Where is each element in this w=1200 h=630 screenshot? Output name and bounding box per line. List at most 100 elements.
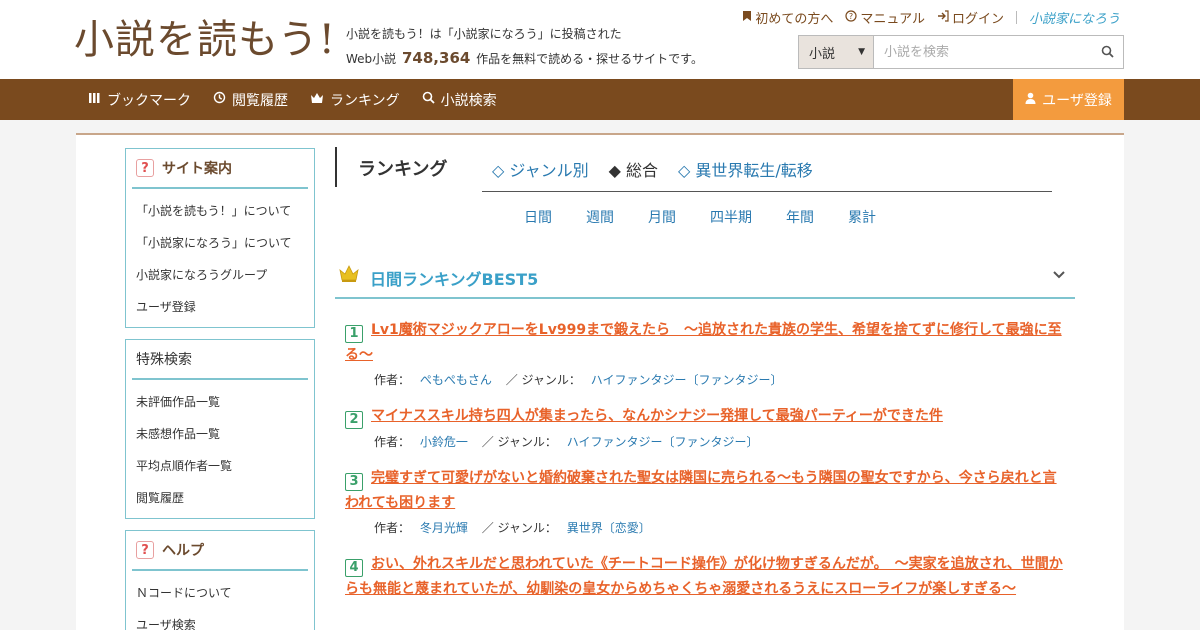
chevron-down-icon[interactable] xyxy=(1053,267,1065,283)
novel-title-link[interactable]: 完璧すぎて可愛げがないと婚約破棄された聖女は隣国に売られる～もう隣国の聖女ですか… xyxy=(345,470,1057,511)
entry-meta: 作者： 冬月光輝 ／ ジャンル： 異世界〔恋愛〕 xyxy=(345,519,1067,536)
ranking-divider xyxy=(482,191,1052,192)
genre-label: ／ ジャンル： xyxy=(505,373,581,387)
manual-link[interactable]: ? マニュアル xyxy=(845,8,925,27)
ranking-entry: 3 完璧すぎて可愛げがないと婚約破棄された聖女は隣国に売られる～もう隣国の聖女です… xyxy=(345,466,1067,536)
search-input[interactable] xyxy=(874,36,1091,68)
question-icon: ? xyxy=(136,159,154,177)
nav-items: ブックマーク 閲覧履歴 ランキング 小説検索 xyxy=(88,79,497,120)
crown-icon xyxy=(310,92,324,108)
entry-title-row: 3 完璧すぎて可愛げがないと婚約破棄された聖女は隣国に売られる～もう隣国の聖女です… xyxy=(345,466,1067,515)
search-icon xyxy=(1101,43,1114,62)
question-circle-icon: ? xyxy=(845,10,857,25)
genre-link[interactable]: 異世界〔恋愛〕 xyxy=(567,521,651,535)
sidebar-item-about-yomou[interactable]: 「小説を読もう！」について xyxy=(126,195,314,227)
tagline: 小説を読もう！は「小説家になろう」に投稿された Web小説 748,364 作品… xyxy=(346,22,703,71)
main-nav: ブックマーク 閲覧履歴 ランキング 小説検索 ユーザ登録 xyxy=(0,79,1200,120)
ranking-tabs: ◇ ジャンル別 ◆ 総合 ◇ 異世界転生/転移 xyxy=(492,157,813,181)
period-total[interactable]: 累計 xyxy=(848,207,876,227)
ranking-entry: 1 Lv1魔術マジックアローをLv999まで鍛えたら ～追放された貴族の学生、希望… xyxy=(345,318,1067,388)
search-type-value: 小説 xyxy=(809,46,836,62)
nav-history[interactable]: 閲覧履歴 xyxy=(213,90,288,110)
genre-link[interactable]: ハイファンタジー〔ファンタジー〕 xyxy=(567,435,759,449)
entry-title-row: 4 おい、外れスキルだと思われていた《チートコード操作》が化け物すぎるんだが。 ～… xyxy=(345,552,1067,601)
question-icon: ? xyxy=(136,541,154,559)
entry-meta: 作者： ぺもぺもさん ／ ジャンル： ハイファンタジー〔ファンタジー〕 xyxy=(345,371,1067,388)
nav-ranking-label: ランキング xyxy=(330,92,400,109)
nav-bookmark-label: ブックマーク xyxy=(107,92,191,109)
period-daily[interactable]: 日間 xyxy=(524,207,552,227)
daily-best-header[interactable]: 日間ランキングBEST5 xyxy=(335,257,1075,299)
tab-genre[interactable]: ◇ ジャンル別 xyxy=(492,157,589,181)
author-label: 作者： xyxy=(374,521,411,535)
entry-meta: 作者： 小鈴危一 ／ ジャンル： ハイファンタジー〔ファンタジー〕 xyxy=(345,433,1067,450)
help-list: Ｎコードについて ユーザ検索 xyxy=(126,571,314,630)
novel-title-link[interactable]: Lv1魔術マジックアローをLv999まで鍛えたら ～追放された貴族の学生、希望を… xyxy=(345,322,1062,363)
genre-label: ／ ジャンル： xyxy=(481,521,557,535)
search-type-select[interactable]: 小説 ▼ xyxy=(799,36,874,68)
tagline-line2: Web小説 748,364 作品を無料で読める・探せるサイトです。 xyxy=(346,46,703,71)
caret-down-icon: ▼ xyxy=(858,47,865,57)
author-link[interactable]: ぺもぺもさん xyxy=(420,373,492,387)
genre-link[interactable]: ハイファンタジー〔ファンタジー〕 xyxy=(591,373,783,387)
divider xyxy=(1015,11,1017,24)
period-monthly[interactable]: 月間 xyxy=(648,207,676,227)
narou-brand-link[interactable]: 小説家になろう xyxy=(1029,8,1120,27)
help-header: ? ヘルプ xyxy=(132,531,308,571)
special-search-title: 特殊検索 xyxy=(136,352,192,368)
books-icon xyxy=(88,92,101,108)
sidebar-item-about-narou[interactable]: 「小説家になろう」について xyxy=(126,227,314,259)
nav-search[interactable]: 小説検索 xyxy=(422,90,497,110)
sidebar-item-avg-authors[interactable]: 平均点順作者一覧 xyxy=(126,450,314,482)
user-register-button[interactable]: ユーザ登録 xyxy=(1013,79,1124,120)
search-button[interactable] xyxy=(1091,36,1123,68)
ranking-entry: 2 マイナススキル持ち四人が集まったら、なんかシナジー発揮して最強パーティーができ… xyxy=(345,404,1067,450)
period-quarterly[interactable]: 四半期 xyxy=(710,207,752,227)
top-links: 初めての方へ ? マニュアル ログイン 小説家になろう xyxy=(742,8,1120,27)
period-weekly[interactable]: 週間 xyxy=(586,207,614,227)
ranking-accent-bar xyxy=(335,147,337,187)
manual-link-label: マニュアル xyxy=(860,12,925,27)
beginners-link-label: 初めての方へ xyxy=(755,12,834,27)
history-icon xyxy=(213,91,226,108)
user-icon xyxy=(1025,92,1036,108)
user-register-label: ユーザ登録 xyxy=(1042,92,1112,109)
site-guide-header: ? サイト案内 xyxy=(132,149,308,189)
sidebar-item-unrated[interactable]: 未評価作品一覧 xyxy=(126,386,314,418)
sidebar-item-no-impression[interactable]: 未感想作品一覧 xyxy=(126,418,314,450)
author-link[interactable]: 冬月光輝 xyxy=(420,521,468,535)
sidebar-site-guide: ? サイト案内 「小説を読もう！」について 「小説家になろう」について 小説家に… xyxy=(125,148,315,328)
sidebar-help: ? ヘルプ Ｎコードについて ユーザ検索 xyxy=(125,530,315,630)
tab-isekai[interactable]: ◇ 異世界転生/転移 xyxy=(678,157,813,181)
site-guide-list: 「小説を読もう！」について 「小説家になろう」について 小説家になろうグループ … xyxy=(126,189,314,327)
login-link-label: ログイン xyxy=(951,12,1004,27)
beginners-link[interactable]: 初めての方へ xyxy=(742,8,833,27)
search-bar: 小説 ▼ xyxy=(798,35,1124,69)
sidebar-item-user-search[interactable]: ユーザ検索 xyxy=(126,609,314,630)
nav-bookmark[interactable]: ブックマーク xyxy=(88,90,191,110)
novel-title-link[interactable]: マイナススキル持ち四人が集まったら、なんかシナジー発揮して最強パーティーができた… xyxy=(371,408,943,424)
rank-number: 1 xyxy=(345,325,363,343)
period-yearly[interactable]: 年間 xyxy=(786,207,814,227)
novel-title-link[interactable]: おい、外れスキルだと思われていた《チートコード操作》が化け物すぎるんだが。 ～実… xyxy=(345,556,1063,597)
rank-number: 2 xyxy=(345,411,363,429)
entry-title-row: 2 マイナススキル持ち四人が集まったら、なんかシナジー発揮して最強パーティーができ… xyxy=(345,404,1067,429)
help-title: ヘルプ xyxy=(162,543,204,559)
search-icon xyxy=(422,91,435,108)
sidebar-item-ncode[interactable]: Ｎコードについて xyxy=(126,577,314,609)
sidebar-item-user-register[interactable]: ユーザ登録 xyxy=(126,291,314,323)
login-link[interactable]: ログイン xyxy=(937,8,1004,27)
tab-overall[interactable]: ◆ 総合 xyxy=(609,157,658,181)
ranking-entry: 4 おい、外れスキルだと思われていた《チートコード操作》が化け物すぎるんだが。 ～… xyxy=(345,552,1067,601)
sidebar-item-history[interactable]: 閲覧履歴 xyxy=(126,482,314,514)
site-guide-title: サイト案内 xyxy=(162,161,232,177)
author-label: 作者： xyxy=(374,373,411,387)
nav-search-label: 小説検索 xyxy=(440,92,497,109)
period-tabs: 日間 週間 月間 四半期 年間 累計 xyxy=(524,207,910,227)
author-link[interactable]: 小鈴危一 xyxy=(420,435,468,449)
site-logo[interactable]: 小説を読もう! xyxy=(74,14,336,66)
author-label: 作者： xyxy=(374,435,411,449)
header: 小説を読もう! 小説を読もう！は「小説家になろう」に投稿された Web小説 74… xyxy=(0,0,1200,79)
nav-ranking[interactable]: ランキング xyxy=(310,90,400,110)
sidebar-item-narou-group[interactable]: 小説家になろうグループ xyxy=(126,259,314,291)
